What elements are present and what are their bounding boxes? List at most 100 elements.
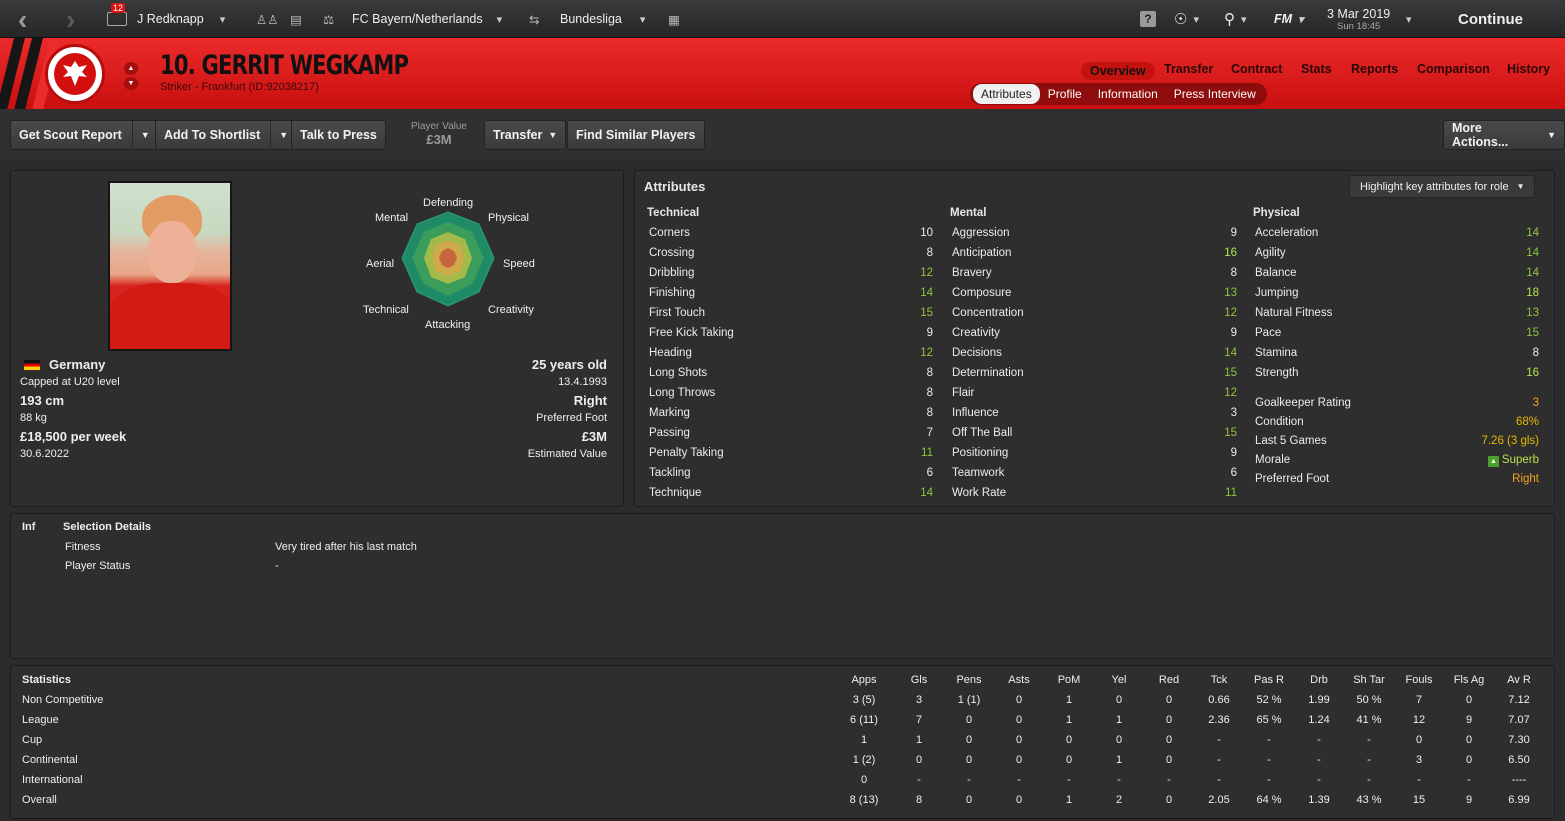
tab-history[interactable]: History — [1507, 62, 1550, 76]
stat-column-header[interactable]: PoM — [1047, 674, 1091, 686]
statistics-heading: Statistics — [22, 674, 71, 686]
help-icon[interactable]: ? — [1140, 0, 1156, 38]
stat-cell: 1.39 — [1308, 794, 1330, 806]
club-crest[interactable] — [45, 44, 105, 104]
stat-cell: 41 % — [1356, 714, 1382, 726]
player-weight: 88 kg — [20, 412, 47, 424]
attribute-name: Long Throws — [649, 387, 716, 399]
radar-label-speed: Speed — [503, 258, 535, 270]
fm-menu[interactable]: FM ▾ — [1274, 0, 1304, 38]
stat-cell: 1.24 — [1308, 714, 1330, 726]
scout-report-button[interactable]: Get Scout Report ▼ — [10, 120, 159, 150]
stat-cell: 7.07 — [1508, 714, 1530, 726]
subtab-attributes[interactable]: Attributes — [973, 84, 1040, 104]
attribute-value: 9 — [926, 327, 933, 339]
attribute-name: Composure — [952, 287, 1012, 299]
attribute-value: 12 — [920, 347, 933, 359]
manager-menu[interactable]: 12 J Redknapp ▾ — [107, 0, 225, 38]
league-menu[interactable]: Bundesliga ▾ — [560, 0, 645, 38]
stat-column-header[interactable]: Fls Ag — [1447, 674, 1491, 686]
button-label: Transfer — [493, 128, 543, 142]
subtab-press-interview[interactable]: Press Interview — [1166, 84, 1264, 104]
people-icon[interactable]: ♙♙ — [256, 0, 278, 38]
tab-stats[interactable]: Stats — [1301, 62, 1332, 76]
stat-column-header[interactable]: Fouls — [1397, 674, 1441, 686]
attribute-name: Positioning — [952, 447, 1009, 459]
stat-cell: - — [1217, 774, 1221, 786]
talk-to-press-button[interactable]: Talk to Press — [291, 120, 386, 150]
tab-comparison[interactable]: Comparison — [1417, 62, 1490, 76]
highlight-role-dropdown[interactable]: Highlight key attributes for role ▼ — [1349, 175, 1535, 198]
previous-player-icon[interactable]: ▲ — [124, 62, 138, 75]
team-menu[interactable]: FC Bayern/Netherlands ▾ — [352, 0, 502, 38]
calendar-icon[interactable]: ▦ — [668, 0, 680, 38]
chevron-down-icon[interactable]: ▾ — [1400, 0, 1412, 38]
tab-overview[interactable]: Overview — [1081, 62, 1155, 80]
stat-cell: 3 — [915, 694, 923, 706]
next-player-icon[interactable]: ▼ — [124, 77, 138, 90]
attribute-name: Influence — [952, 407, 999, 419]
subtab-information[interactable]: Information — [1090, 84, 1166, 104]
chevron-down-icon[interactable]: ▼ — [270, 121, 288, 149]
stat-column-header[interactable]: Apps — [842, 674, 886, 686]
stat-cell: 1 — [1115, 754, 1123, 766]
stat-column-header[interactable]: Yel — [1097, 674, 1141, 686]
stat-column-header[interactable]: Gls — [897, 674, 941, 686]
player-nation[interactable]: Germany — [49, 357, 105, 372]
attribute-name: Tackling — [649, 467, 691, 479]
stat-column-header[interactable]: Drb — [1297, 674, 1341, 686]
stat-row-label: League — [22, 714, 59, 726]
stat-cell: 2.36 — [1208, 714, 1230, 726]
player-info-value: 7.26 (3 gls) — [1481, 435, 1539, 447]
player-name: 10. GERRIT WEGKAMP — [160, 50, 409, 81]
back-arrow-icon[interactable]: ‹ — [18, 4, 27, 36]
player-wage: £18,500 per week — [20, 429, 127, 444]
stat-cell: 0.66 — [1208, 694, 1230, 706]
subtab-profile[interactable]: Profile — [1040, 84, 1090, 104]
stat-column-header[interactable]: Tck — [1197, 674, 1241, 686]
stat-column-header[interactable]: Av R — [1497, 674, 1541, 686]
attribute-name: Technique — [649, 487, 702, 499]
stat-cell: 7 — [915, 714, 923, 726]
add-to-shortlist-button[interactable]: Add To Shortlist ▼ — [155, 120, 298, 150]
player-info-value: Superb — [1501, 454, 1539, 466]
stat-cell: 7.12 — [1508, 694, 1530, 706]
clipboard-icon[interactable]: ▤ — [290, 0, 302, 38]
stat-cell: - — [967, 774, 971, 786]
stat-cell: - — [1217, 734, 1221, 746]
transfer-arrows-icon[interactable]: ⇆ — [529, 0, 539, 38]
tab-contract[interactable]: Contract — [1231, 62, 1282, 76]
stat-column-header[interactable]: Red — [1147, 674, 1191, 686]
stat-cell: 9 — [1465, 794, 1473, 806]
globe-icon[interactable]: ☉ ▾ — [1174, 0, 1199, 38]
stat-cell: - — [1417, 774, 1421, 786]
stat-column-header[interactable]: Sh Tar — [1347, 674, 1391, 686]
stat-cell: - — [1367, 774, 1371, 786]
more-actions-button[interactable]: More Actions... ▼ — [1443, 120, 1565, 150]
attribute-name: Concentration — [952, 307, 1024, 319]
date-display[interactable]: 3 Mar 2019 Sun 18:45 — [1327, 0, 1390, 38]
chevron-down-icon: ▾ — [639, 13, 646, 26]
stat-cell: 0 — [1165, 754, 1173, 766]
tab-transfer[interactable]: Transfer — [1164, 62, 1213, 76]
continue-button[interactable]: Continue — [1458, 0, 1523, 38]
attribute-name: Flair — [952, 387, 975, 399]
attribute-name: First Touch — [649, 307, 706, 319]
player-info-label: Morale — [1255, 454, 1291, 466]
find-similar-players-button[interactable]: Find Similar Players — [567, 120, 705, 150]
stat-cell: 0 — [965, 734, 973, 746]
inbox-icon: 12 — [107, 3, 127, 26]
stat-column-header[interactable]: Asts — [997, 674, 1041, 686]
stat-column-header[interactable]: Pens — [947, 674, 991, 686]
scales-icon[interactable]: ⚖ — [323, 0, 334, 38]
transfer-button[interactable]: Transfer ▼ — [484, 120, 567, 150]
stat-column-header[interactable]: Pas R — [1247, 674, 1291, 686]
chevron-down-icon[interactable]: ▼ — [131, 121, 150, 149]
germany-flag-icon — [24, 360, 40, 370]
search-icon[interactable]: ⚲ ▾ — [1224, 0, 1247, 38]
eagle-icon — [54, 53, 96, 95]
forward-arrow-icon[interactable]: › — [66, 4, 75, 36]
attribute-name: Jumping — [1255, 287, 1299, 299]
stat-cell: 0 — [1465, 754, 1473, 766]
tab-reports[interactable]: Reports — [1351, 62, 1398, 76]
